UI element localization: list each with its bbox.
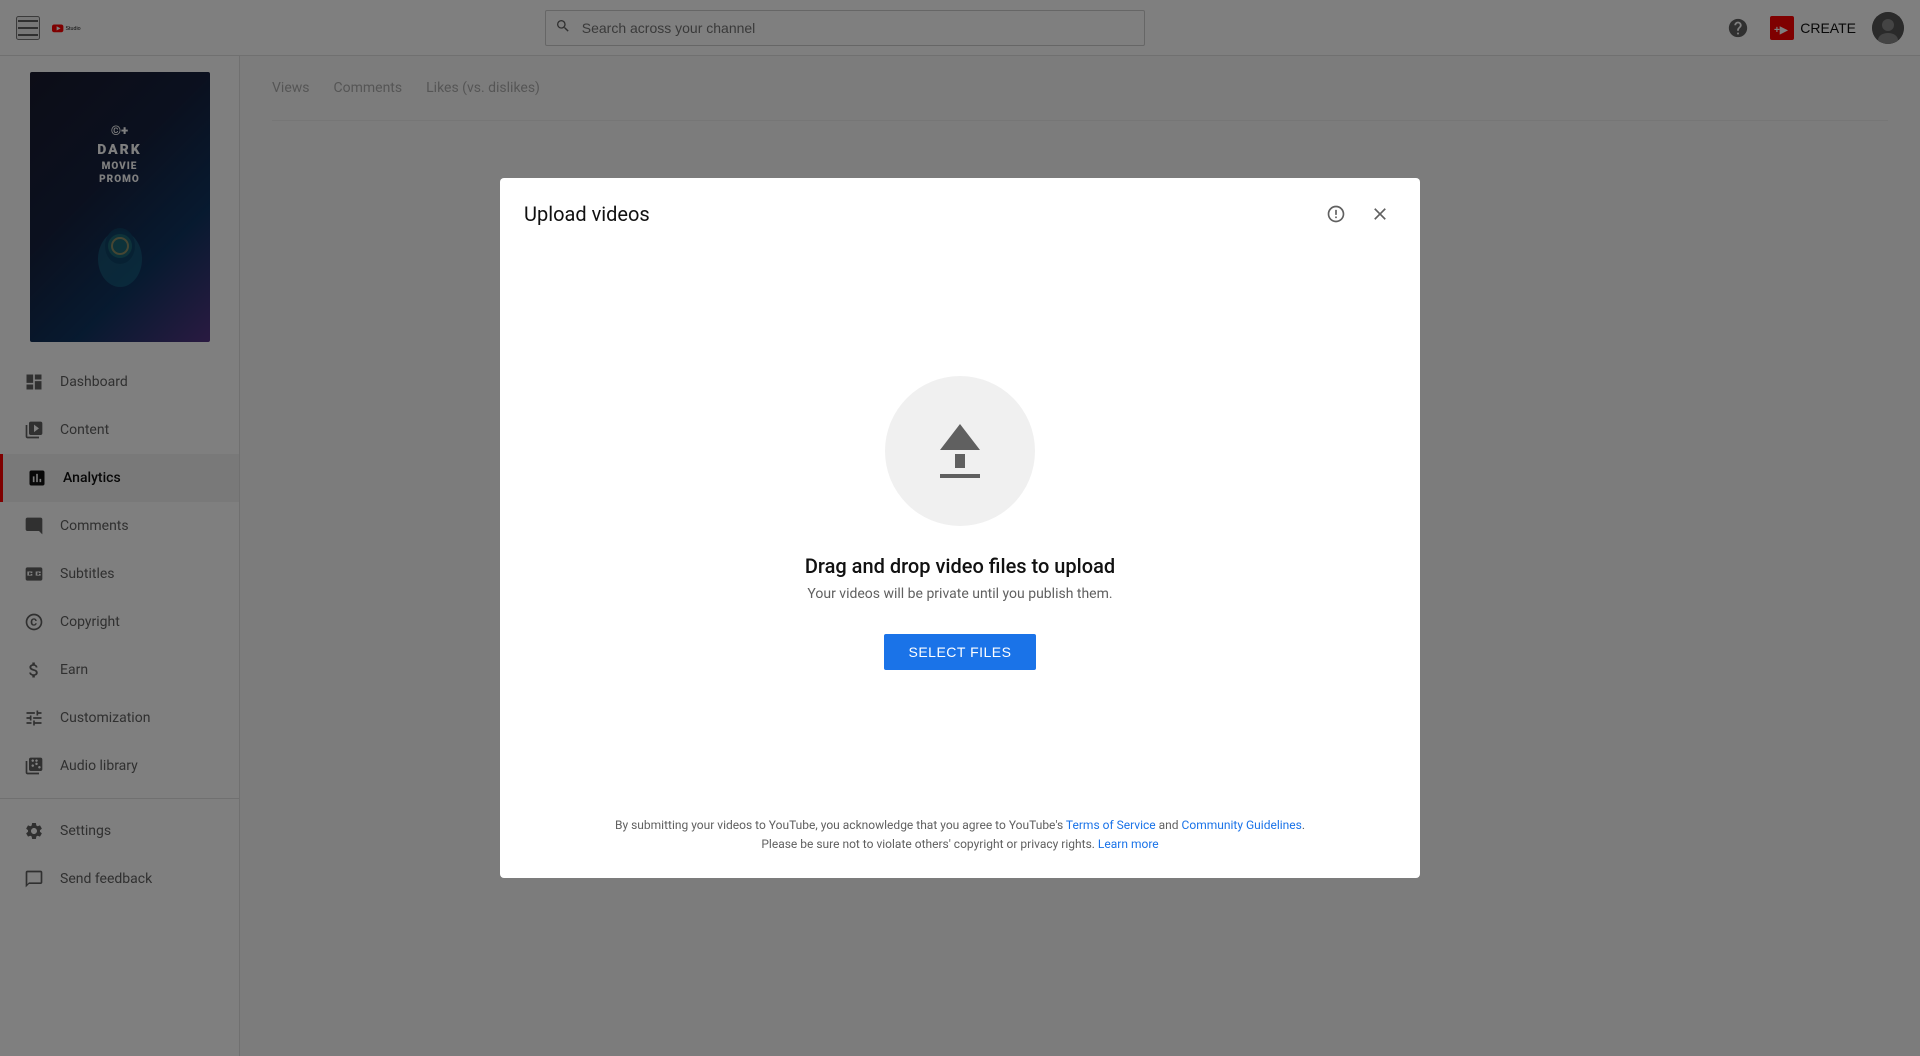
footer-main-text: By submitting your videos to YouTube, yo… [615, 818, 1063, 832]
modal-overlay[interactable]: Upload videos [0, 0, 1920, 1056]
close-icon [1370, 204, 1390, 224]
drag-drop-text: Drag and drop video files to upload [805, 554, 1115, 578]
footer-period: . [1302, 818, 1305, 832]
footer-text-line2: Please be sure not to violate others' co… [524, 835, 1396, 854]
modal-body: Drag and drop video files to upload Your… [500, 246, 1420, 800]
upload-arrow-icon [940, 424, 980, 478]
footer-text-line1: By submitting your videos to YouTube, yo… [524, 816, 1396, 835]
modal-close-button[interactable] [1364, 198, 1396, 230]
select-files-button[interactable]: SELECT FILES [884, 634, 1035, 670]
community-guidelines-link[interactable]: Community Guidelines [1182, 818, 1302, 832]
modal-header-actions [1320, 198, 1396, 230]
modal-title: Upload videos [524, 202, 650, 226]
learn-more-link[interactable]: Learn more [1098, 837, 1159, 851]
feedback-icon [1326, 204, 1346, 224]
modal-feedback-button[interactable] [1320, 198, 1352, 230]
footer-copyright-text: Please be sure not to violate others' co… [761, 837, 1095, 851]
footer-and-text: and [1159, 818, 1179, 832]
drag-drop-subtext: Your videos will be private until you pu… [807, 586, 1112, 602]
upload-circle [885, 376, 1035, 526]
terms-of-service-link[interactable]: Terms of Service [1066, 818, 1156, 832]
upload-videos-modal: Upload videos [500, 178, 1420, 878]
modal-header: Upload videos [500, 178, 1420, 246]
modal-footer: By submitting your videos to YouTube, yo… [500, 800, 1420, 878]
